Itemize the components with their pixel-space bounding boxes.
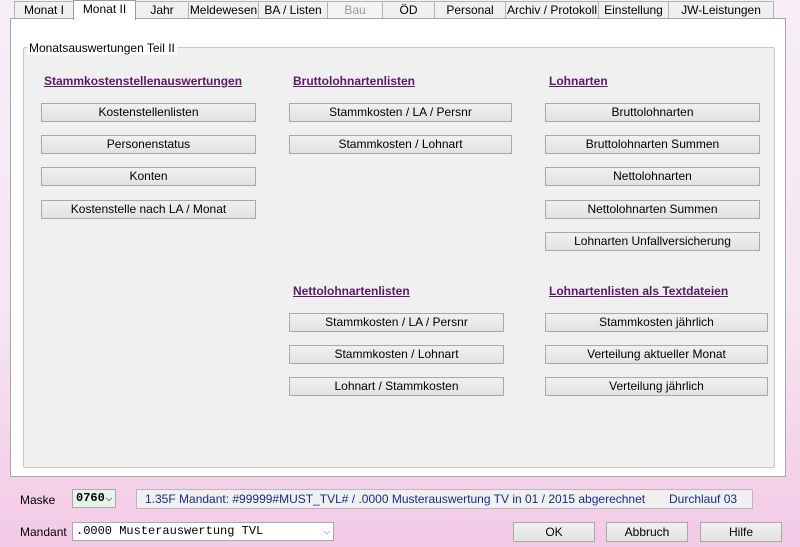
lohnarten-unfallversicherung-button[interactable]: Lohnarten Unfallversicherung <box>545 232 760 251</box>
tab-jw-leistungen[interactable]: JW-Leistungen <box>668 1 774 19</box>
tab-archiv-protokoll[interactable]: Archiv / Protokoll <box>505 1 599 19</box>
netto-lohnart-stammkosten-button[interactable]: Lohnart / Stammkosten <box>289 377 504 396</box>
heading-bruttolohnartenlisten: Bruttolohnartenlisten <box>293 74 415 88</box>
chevron-down-icon: ⌵ <box>105 494 112 503</box>
mandant-value: .0000 Musterauswertung TVL <box>76 524 264 538</box>
abbruch-button[interactable]: Abbruch <box>606 522 688 542</box>
netto-stammkosten-lohnart-button[interactable]: Stammkosten / Lohnart <box>289 345 504 364</box>
stammkosten-jaehrlich-button[interactable]: Stammkosten jährlich <box>545 313 768 332</box>
tab-ba-listen[interactable]: BA / Listen <box>258 1 328 19</box>
mandant-select[interactable]: .0000 Musterauswertung TVL ⌵ <box>72 522 334 541</box>
chevron-down-icon: ⌵ <box>323 527 330 536</box>
group-title: Monatsauswertungen Teil II <box>27 41 177 55</box>
netto-stammkosten-la-persnr-button[interactable]: Stammkosten / LA / Persnr <box>289 313 504 332</box>
tab-bau[interactable]: Bau <box>327 1 383 19</box>
tab-monat-2[interactable]: Monat II <box>73 0 136 20</box>
kostenstellenlisten-button[interactable]: Kostenstellenlisten <box>41 103 256 122</box>
status-bar: 1.35F Mandant: #99999#MUST_TVL# / .0000 … <box>136 489 753 509</box>
bruttolohnarten-summen-button[interactable]: Bruttolohnarten Summen <box>545 135 760 154</box>
maske-label: Maske <box>20 493 56 507</box>
tab-personal[interactable]: Personal <box>434 1 506 19</box>
tab-bar: Monat I Monat II Jahr Meldewesen BA / Li… <box>14 0 774 20</box>
tab-panel: Stammkostenstellenauswertungen Kostenste… <box>10 18 786 477</box>
brutto-stammkosten-lohnart-button[interactable]: Stammkosten / Lohnart <box>289 135 512 154</box>
verteilung-aktueller-monat-button[interactable]: Verteilung aktueller Monat <box>545 345 768 364</box>
monatsauswertungen-group: Stammkostenstellenauswertungen Kostenste… <box>23 47 775 468</box>
konten-button[interactable]: Konten <box>41 167 256 186</box>
brutto-stammkosten-la-persnr-button[interactable]: Stammkosten / LA / Persnr <box>289 103 512 122</box>
maske-select[interactable]: 0760 ⌵ <box>72 489 116 508</box>
tab-od[interactable]: ÖD <box>382 1 435 19</box>
verteilung-jaehrlich-button[interactable]: Verteilung jährlich <box>545 377 768 396</box>
tab-einstellung[interactable]: Einstellung <box>598 1 669 19</box>
personenstatus-button[interactable]: Personenstatus <box>41 135 256 154</box>
tab-jahr[interactable]: Jahr <box>135 1 189 19</box>
tab-meldewesen[interactable]: Meldewesen <box>188 1 259 19</box>
kostenstelle-nach-la-monat-button[interactable]: Kostenstelle nach LA / Monat <box>41 200 256 219</box>
nettolohnarten-button[interactable]: Nettolohnarten <box>545 167 760 186</box>
tab-monat-1[interactable]: Monat I <box>14 1 74 19</box>
mandant-label: Mandant <box>20 525 67 539</box>
status-text: 1.35F Mandant: #99999#MUST_TVL# / .0000 … <box>145 492 646 506</box>
heading-lohnarten: Lohnarten <box>549 74 608 88</box>
bruttolohnarten-button[interactable]: Bruttolohnarten <box>545 103 760 122</box>
hilfe-button[interactable]: Hilfe <box>700 522 782 542</box>
nettolohnarten-summen-button[interactable]: Nettolohnarten Summen <box>545 200 760 219</box>
heading-stammkostenstellen: Stammkostenstellenauswertungen <box>44 74 243 88</box>
ok-button[interactable]: OK <box>513 522 595 542</box>
heading-nettolohnartenlisten: Nettolohnartenlisten <box>293 284 410 298</box>
maske-value: 0760 <box>76 491 105 505</box>
heading-lohnartenlisten-textdateien: Lohnartenlisten als Textdateien <box>549 284 729 298</box>
status-run: Durchlauf 03 <box>669 492 738 506</box>
